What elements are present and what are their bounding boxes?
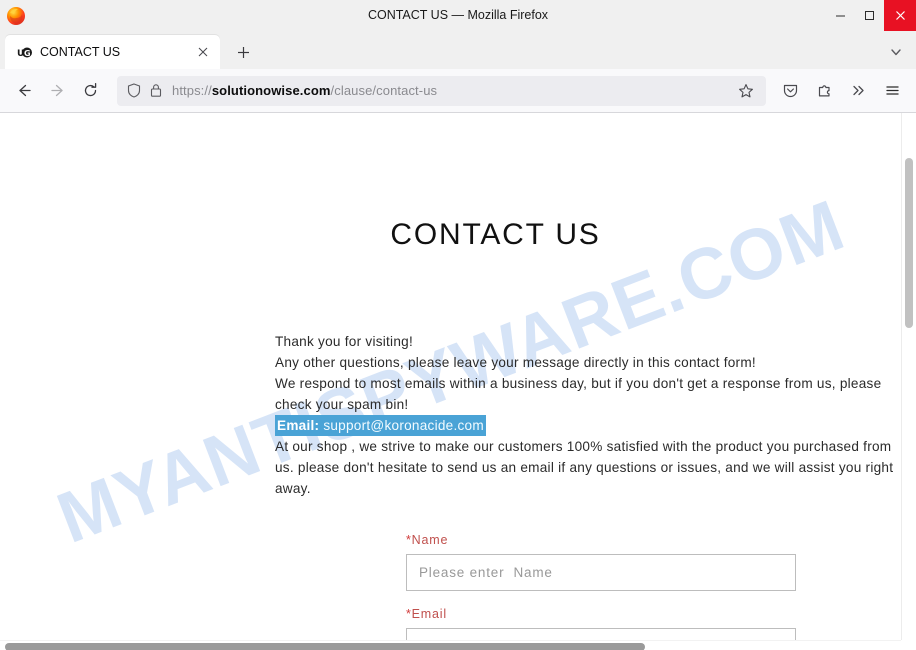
window-title: CONTACT US — Mozilla Firefox [367, 8, 549, 22]
url-identity-box [127, 83, 162, 98]
list-all-tabs-button[interactable] [882, 38, 910, 66]
extensions-icon[interactable] [808, 75, 840, 107]
url-text[interactable]: https://solutionowise.com/clause/contact… [172, 83, 734, 98]
browser-window: CONTACT US — Mozilla Firefox U G CONTACT… [0, 0, 916, 650]
toolbar-right-buttons [774, 75, 908, 107]
email-line-wrapper: Email: support@koronacide.com [275, 415, 899, 436]
firefox-logo-icon [5, 5, 27, 27]
new-tab-button[interactable] [228, 37, 258, 67]
intro-line-3: We respond to most emails within a busin… [275, 376, 882, 412]
star-icon[interactable] [734, 79, 758, 103]
selected-email-text[interactable]: Email: support@koronacide.com [275, 415, 486, 436]
navigation-toolbar: https://solutionowise.com/clause/contact… [0, 69, 916, 113]
ug-site-favicon: U G [16, 44, 32, 60]
name-field-label: *Name [406, 533, 796, 547]
padlock-icon[interactable] [150, 83, 162, 98]
page-title: CONTACT US [390, 218, 601, 251]
email-field-block: *Email [406, 607, 796, 640]
url-scheme: https:// [172, 83, 212, 98]
shield-icon[interactable] [127, 83, 141, 98]
url-host: solutionowise.com [211, 83, 331, 98]
contact-form: *Name *Email [406, 533, 796, 640]
name-label-text: Name [411, 533, 449, 547]
email-label: Email: [277, 418, 320, 433]
browser-content-area: MYANTISPYWARE.COM CONTACT US Thank you f… [0, 113, 916, 650]
close-tab-icon[interactable] [194, 43, 212, 61]
browser-tab-contact-us[interactable]: U G CONTACT US [5, 35, 220, 69]
horizontal-scrollbar-thumb[interactable] [5, 643, 645, 650]
web-page: MYANTISPYWARE.COM CONTACT US Thank you f… [0, 113, 901, 640]
email-input[interactable] [406, 628, 796, 640]
intro-line-1: Thank you for visiting! [275, 334, 413, 349]
pocket-save-icon[interactable] [774, 75, 806, 107]
scrollbar-corner [901, 640, 916, 650]
intro-line-2: Any other questions, please leave your m… [275, 355, 756, 370]
maximize-button[interactable] [855, 0, 884, 31]
hamburger-menu-icon[interactable] [876, 75, 908, 107]
email-label-text: Email [411, 607, 447, 621]
svg-text:G: G [24, 49, 31, 58]
closing-paragraph: At our shop , we strive to make our cust… [275, 439, 894, 496]
url-address-bar[interactable]: https://solutionowise.com/clause/contact… [117, 75, 766, 106]
contact-intro-text: Thank you for visiting! Any other questi… [275, 331, 899, 499]
tab-title: CONTACT US [40, 45, 121, 59]
reload-icon[interactable] [74, 74, 107, 107]
vertical-scrollbar[interactable] [901, 113, 916, 650]
close-window-button[interactable] [884, 0, 916, 31]
double-chevron-right-icon[interactable] [842, 75, 874, 107]
forward-arrow-icon[interactable] [41, 74, 74, 107]
window-titlebar: CONTACT US — Mozilla Firefox [0, 0, 916, 31]
url-path: /clause/contact-us [330, 83, 438, 98]
email-address: support@koronacide.com [323, 418, 484, 433]
tab-strip: U G CONTACT US [0, 31, 916, 69]
minimize-button[interactable] [826, 0, 855, 31]
name-field-block: *Name [406, 533, 796, 591]
window-controls [826, 0, 916, 31]
name-input[interactable] [406, 554, 796, 591]
email-field-label: *Email [406, 607, 796, 621]
horizontal-scrollbar[interactable] [0, 640, 901, 650]
back-arrow-icon[interactable] [8, 74, 41, 107]
vertical-scrollbar-thumb[interactable] [905, 158, 913, 328]
